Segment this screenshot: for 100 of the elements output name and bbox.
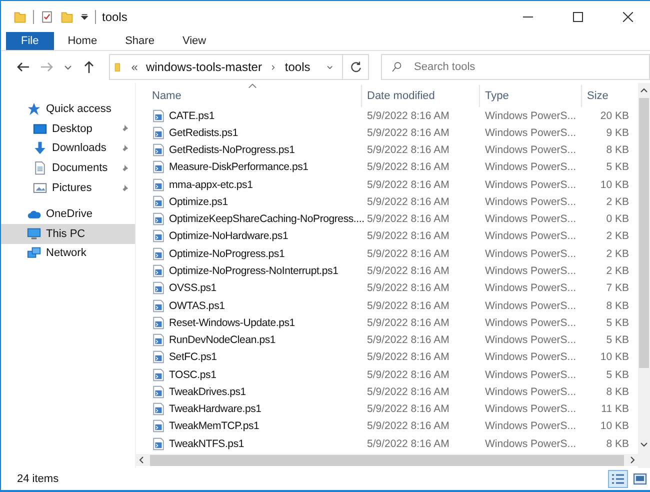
- details-list-icon: [611, 473, 625, 485]
- details-view-button[interactable]: [608, 470, 628, 488]
- column-header[interactable]: Type: [479, 85, 581, 107]
- dropdown-caret-icon[interactable]: [80, 12, 89, 21]
- sidebar-item[interactable]: Desktop: [1, 118, 135, 139]
- refresh-button[interactable]: [343, 54, 369, 80]
- file-name[interactable]: TweakDrives.ps1: [169, 384, 246, 399]
- date-cell-text: 5/9/2022 8:16 AM: [366, 108, 450, 123]
- date-cell-text: 5/9/2022 8:16 AM: [366, 143, 450, 158]
- pin-icon[interactable]: [120, 124, 129, 134]
- properties-checkmark-icon[interactable]: [40, 8, 54, 24]
- address-bar[interactable]: « windows-tools-master tools: [109, 54, 343, 80]
- breadcrumb[interactable]: windows-tools-master: [146, 60, 262, 74]
- date-cell-text: 5/9/2022 8:16 AM: [366, 246, 450, 261]
- scroll-right-icon[interactable]: [628, 456, 636, 464]
- maximize-icon[interactable]: [573, 12, 583, 22]
- search-field[interactable]: Search tools: [381, 54, 650, 80]
- column-header[interactable]: Size: [581, 85, 631, 107]
- file-name[interactable]: TweakMemTCP.ps1: [169, 419, 260, 434]
- scroll-left-icon[interactable]: [138, 456, 146, 464]
- type-cell-text: Windows PowerS...: [484, 350, 578, 364]
- vertical-scrollbar[interactable]: [638, 83, 650, 468]
- size-cell-text: 7 KB: [605, 281, 630, 296]
- ribbon-tab[interactable]: Home: [54, 32, 112, 50]
- pin-icon[interactable]: [120, 184, 129, 193]
- chevron-right-icon[interactable]: [270, 62, 277, 72]
- file-name[interactable]: CATE.ps1: [169, 108, 214, 123]
- script-file-icon: [152, 229, 165, 244]
- large-icons-icon: [633, 473, 647, 485]
- file-name[interactable]: Optimize-NoProgress.ps1: [169, 246, 285, 261]
- file-name[interactable]: TweakHardware.ps1: [169, 402, 262, 416]
- script-file-icon: [152, 178, 165, 192]
- sidebar-item[interactable]: Pictures: [1, 178, 135, 198]
- pin-icon[interactable]: [120, 164, 129, 173]
- sidebar-item[interactable]: Downloads: [1, 138, 135, 158]
- ribbon-tab[interactable]: Share: [111, 32, 168, 50]
- script-file-icon: [152, 246, 165, 261]
- file-name[interactable]: OVSS.ps1: [169, 281, 216, 296]
- column-header[interactable]: Name: [136, 85, 361, 107]
- file-name[interactable]: SetFC.ps1: [169, 350, 217, 364]
- sidebar-item[interactable]: Documents: [1, 158, 135, 178]
- picture-icon: [33, 181, 47, 196]
- date-cell-text: 5/9/2022 8:16 AM: [366, 126, 450, 140]
- script-file-icon: [152, 298, 165, 313]
- file-name[interactable]: Optimize-NoProgress-NoInterrupt.ps1: [169, 264, 338, 278]
- date-cell-text: 5/9/2022 8:16 AM: [366, 160, 450, 174]
- date-cell-text: 5/9/2022 8:16 AM: [366, 350, 450, 364]
- file-name[interactable]: RunDevNodeClean.ps1: [169, 333, 276, 348]
- date-cell-text: 5/9/2022 8:16 AM: [366, 419, 450, 434]
- breadcrumb[interactable]: tools: [284, 60, 310, 74]
- type-cell-text: Windows PowerS...: [484, 384, 578, 399]
- ribbon-tab[interactable]: View: [168, 32, 220, 50]
- file-name[interactable]: GetRedists-NoProgress.ps1: [169, 143, 295, 158]
- file-name[interactable]: Optimize-NoHardware.ps1: [169, 229, 288, 244]
- pin-icon[interactable]: [120, 144, 129, 153]
- sidebar-item[interactable]: OneDrive: [1, 204, 135, 224]
- sort-caret-icon[interactable]: [248, 83, 257, 89]
- size-cell-text: 8 KB: [605, 436, 630, 451]
- star-icon: [27, 102, 41, 116]
- size-cell-text: 10 KB: [599, 178, 630, 192]
- file-name[interactable]: OWTAS.ps1: [169, 298, 225, 313]
- monitor-icon: [27, 226, 41, 241]
- date-cell-text: 5/9/2022 8:16 AM: [366, 229, 450, 244]
- script-file-icon: [152, 108, 165, 123]
- sidebar-item[interactable]: Network: [1, 244, 135, 264]
- scroll-up-icon[interactable]: [640, 87, 648, 95]
- type-cell-text: Windows PowerS...: [484, 143, 578, 158]
- size-cell-text: 20 KB: [599, 108, 630, 123]
- column-header[interactable]: Date modified: [361, 85, 479, 107]
- size-cell-text: 5 KB: [605, 160, 630, 174]
- size-cell-text: 8 KB: [605, 384, 630, 399]
- size-cell-text: 10 KB: [599, 350, 630, 364]
- type-cell-text: Windows PowerS...: [484, 368, 578, 382]
- date-cell-text: 5/9/2022 8:16 AM: [366, 333, 450, 348]
- file-name[interactable]: Optimize.ps1: [169, 194, 228, 209]
- desktop-icon: [33, 122, 47, 136]
- file-name[interactable]: mma-appx-etc.ps1: [169, 178, 253, 192]
- file-name[interactable]: Reset-Windows-Update.ps1: [169, 316, 295, 330]
- document-icon: [33, 161, 47, 176]
- ribbon-tab[interactable]: File: [6, 32, 54, 50]
- size-cell-text: 5 KB: [605, 333, 630, 348]
- sidebar-item[interactable]: This PC: [1, 224, 135, 244]
- file-name[interactable]: GetRedists.ps1: [169, 126, 238, 140]
- script-file-icon: [152, 333, 165, 348]
- file-name[interactable]: TOSC.ps1: [169, 368, 216, 382]
- type-cell-text: Windows PowerS...: [484, 178, 578, 192]
- size-cell-text: 5 KB: [605, 368, 630, 382]
- horizontal-scrollbar[interactable]: [136, 454, 638, 466]
- file-name[interactable]: OptimizeKeepShareCaching-NoProgress....: [169, 212, 364, 226]
- type-cell-text: Windows PowerS...: [484, 264, 578, 278]
- overflow-chevron[interactable]: «: [131, 60, 138, 74]
- type-cell-text: Windows PowerS...: [484, 419, 578, 434]
- type-cell-text: Windows PowerS...: [484, 246, 578, 261]
- scroll-down-icon[interactable]: [640, 440, 648, 448]
- size-cell-text: 0 KB: [605, 212, 630, 226]
- file-name[interactable]: Measure-DiskPerformance.ps1: [169, 160, 308, 174]
- sidebar-item[interactable]: Quick access: [1, 99, 135, 119]
- file-name[interactable]: TweakNTFS.ps1: [169, 436, 244, 451]
- script-file-icon: [152, 126, 165, 140]
- close-icon[interactable]: [623, 12, 633, 22]
